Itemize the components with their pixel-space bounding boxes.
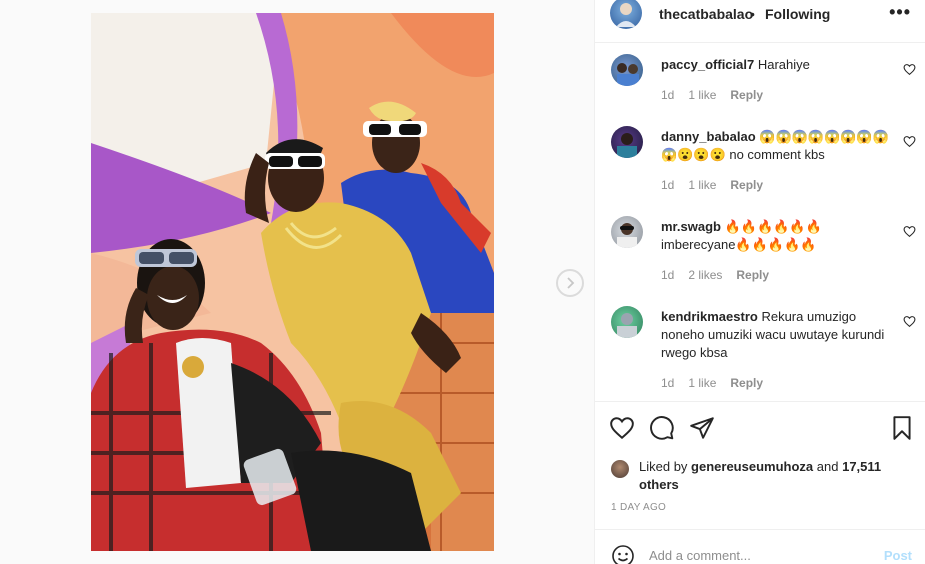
comment-meta: 1d 1 like Reply [661, 376, 777, 390]
comment-username[interactable]: kendrikmaestro [661, 309, 758, 324]
comment-text-block: paccy_official7 Harahiye [661, 56, 889, 74]
reply-button[interactable]: Reply [730, 376, 763, 390]
comment-text-block: mr.swagb 🔥🔥🔥🔥🔥🔥 imberecyane🔥🔥🔥🔥🔥 [661, 218, 889, 254]
post-comment-button[interactable]: Post [884, 548, 912, 563]
liked-by-user[interactable]: genereuseumuhoza [691, 459, 813, 474]
more-options-icon[interactable]: ••• [889, 2, 911, 23]
header-separator: • [750, 6, 755, 22]
commenter-avatar[interactable] [611, 216, 643, 248]
comment-text-block: danny_babalao 😱😱😱😱😱😱😱😱😱😮😮😮 no comment kb… [661, 128, 889, 164]
heart-icon[interactable] [903, 135, 916, 148]
post-actions: Liked by genereuseumuhoza and 17,511 oth… [595, 401, 925, 529]
heart-icon[interactable] [903, 63, 916, 76]
comment-icon[interactable] [649, 415, 675, 441]
comment-likes[interactable]: 2 likes [688, 268, 722, 282]
comment-username[interactable]: paccy_official7 [661, 57, 754, 72]
reply-button[interactable]: Reply [736, 268, 769, 282]
smiley-icon[interactable] [611, 544, 635, 564]
media-pane [0, 0, 594, 564]
comment-age: 1d [661, 178, 675, 192]
avatar-image [617, 63, 639, 86]
next-media-button[interactable] [556, 269, 584, 297]
comment-meta: 1d 1 like Reply [661, 88, 777, 102]
comment-username[interactable]: danny_babalao [661, 129, 756, 144]
post-header: thecatbabalao • Following ••• [595, 0, 925, 43]
post-photo[interactable] [91, 13, 494, 551]
heart-icon[interactable] [903, 225, 916, 238]
avatar-image [617, 133, 637, 158]
add-comment-input[interactable] [649, 548, 869, 563]
liker-avatar[interactable] [611, 460, 629, 478]
add-comment-bar: Post [595, 529, 925, 564]
commenter-avatar[interactable] [611, 126, 643, 158]
avatar-image [617, 313, 637, 338]
heart-icon[interactable] [609, 415, 635, 441]
avatar-image [616, 3, 636, 27]
author-username[interactable]: thecatbabalao [659, 6, 753, 22]
comment-text-block: kendrikmaestro Rekura umuzigo noneho umu… [661, 308, 889, 362]
comment-age: 1d [661, 376, 675, 390]
following-button[interactable]: Following [765, 6, 830, 22]
post-photo-illustration [91, 13, 494, 551]
comment-age: 1d [661, 268, 675, 282]
post-timestamp[interactable]: 1 DAY AGO [611, 502, 666, 513]
reply-button[interactable]: Reply [730, 88, 763, 102]
comment-age: 1d [661, 88, 675, 102]
comment-text: Harahiye [757, 57, 810, 72]
avatar-image [617, 223, 637, 248]
commenter-avatar[interactable] [611, 306, 643, 338]
comment-likes[interactable]: 1 like [688, 88, 716, 102]
reply-button[interactable]: Reply [730, 178, 763, 192]
commenter-avatar[interactable] [611, 54, 643, 86]
liked-by-summary: Liked by genereuseumuhoza and 17,511 oth… [639, 458, 889, 494]
comment-username[interactable]: mr.swagb [661, 219, 721, 234]
author-avatar[interactable] [610, 0, 642, 29]
comment-meta: 1d 1 like Reply [661, 178, 777, 192]
liked-by-conjunction: and [816, 459, 839, 474]
paper-plane-icon[interactable] [689, 415, 715, 441]
comment-meta: 1d 2 likes Reply [661, 268, 783, 282]
post-side-panel: thecatbabalao • Following ••• paccy_offi… [594, 0, 925, 564]
liked-by-prefix: Liked by [639, 459, 688, 474]
heart-icon[interactable] [903, 315, 916, 328]
comment-likes[interactable]: 1 like [688, 178, 716, 192]
chevron-right-icon [567, 277, 575, 289]
comment-likes[interactable]: 1 like [688, 376, 716, 390]
bookmark-icon[interactable] [889, 415, 915, 441]
